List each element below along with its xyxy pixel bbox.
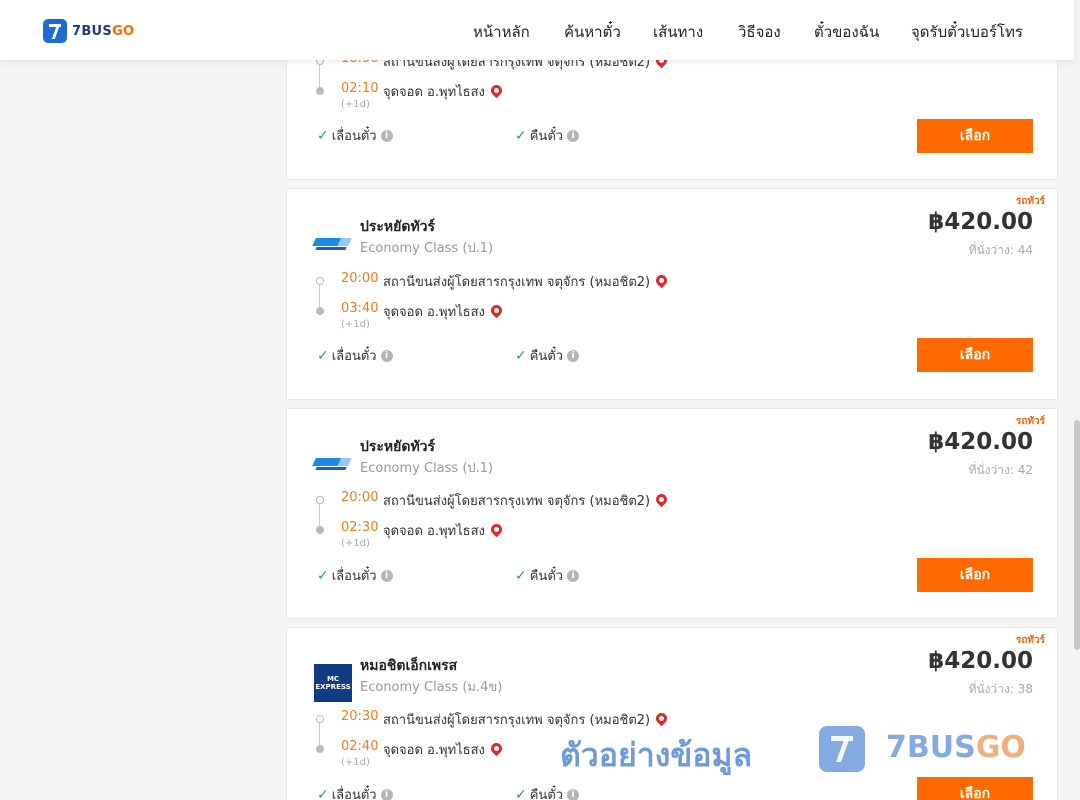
arrival-place: จุดจอด อ.พุทไธสง xyxy=(383,81,505,102)
map-pin-icon[interactable] xyxy=(653,491,670,508)
watermark-logo-text: 7BUSGO xyxy=(886,730,1026,765)
arrival-time: 02:30 xyxy=(341,520,379,535)
bus-class: Economy Class (ป.1) xyxy=(360,461,494,476)
ticket-price: ฿420.00 xyxy=(928,209,1033,235)
operator-logo: MC EXPRESS xyxy=(314,664,352,702)
feature-refund: ✓ คืนตั๋ว i xyxy=(515,565,580,586)
trip-card: รถทัวร์ ประหยัดทัวร์ Economy Class (ป.1)… xyxy=(286,408,1058,619)
info-icon[interactable]: i xyxy=(380,788,393,800)
map-pin-icon[interactable] xyxy=(488,740,505,757)
info-icon[interactable]: i xyxy=(380,349,393,362)
bus-type-badge: รถทัวร์ xyxy=(1015,416,1045,427)
check-icon: ✓ xyxy=(515,567,527,584)
bus-type-badge: รถทัวร์ xyxy=(1015,196,1045,207)
departure-place: สถานีขนส่งผู้โดยสารกรุงเทพ จตุจักร (หมอช… xyxy=(383,271,670,292)
nav-home[interactable]: หน้าหลัก xyxy=(473,20,530,44)
operator-name: หมอชิตเอ็กเพรส xyxy=(360,658,458,674)
arrival-dot xyxy=(316,526,324,534)
feature-reschedule: ✓ เลื่อนตั๋ว i xyxy=(317,125,393,146)
logo-text: 7BUSGO xyxy=(72,23,135,39)
watermark: ตัวอย่างข้อมูล 7BUSGO xyxy=(560,722,1026,782)
check-icon: ✓ xyxy=(317,347,329,364)
site-logo[interactable]: 7BUSGO xyxy=(43,19,134,43)
info-icon[interactable]: i xyxy=(567,349,580,362)
map-pin-icon[interactable] xyxy=(488,521,505,538)
info-icon[interactable]: i xyxy=(380,569,393,582)
timeline-line xyxy=(319,65,320,87)
info-icon[interactable]: i xyxy=(380,129,393,142)
check-icon: ✓ xyxy=(515,127,527,144)
nav-ticket-pickup[interactable]: จุดรับตั๋วเบอร์โทร xyxy=(911,20,1023,44)
operator-logo xyxy=(312,225,352,263)
operator-name: ประหยัดทัวร์ xyxy=(360,439,436,455)
feature-reschedule: ✓ เลื่อนตั๋ว i xyxy=(317,784,393,800)
arrival-dot xyxy=(316,307,324,315)
departure-place: สถานีขนส่งผู้โดยสารกรุงเทพ จตุจักร (หมอช… xyxy=(383,490,670,511)
day-offset: (+1d) xyxy=(341,319,370,330)
feature-refund: ✓ คืนตั๋ว i xyxy=(515,345,580,366)
ticket-price: ฿420.00 xyxy=(928,429,1033,455)
nav-search-ticket[interactable]: ค้นหาตั๋ว xyxy=(564,20,621,44)
timeline-line xyxy=(319,285,320,307)
watermark-logo-icon xyxy=(819,726,865,772)
day-offset: (+1d) xyxy=(341,757,370,768)
map-pin-icon[interactable] xyxy=(653,272,670,289)
nav-how-to-book[interactable]: วิธีจอง xyxy=(738,20,781,44)
feature-reschedule: ✓ เลื่อนตั๋ว i xyxy=(317,565,393,586)
scrollbar-thumb[interactable] xyxy=(1074,420,1080,650)
nav-my-tickets[interactable]: ตั๋วของฉัน xyxy=(814,20,879,44)
feature-reschedule: ✓ เลื่อนตั๋ว i xyxy=(317,345,393,366)
arrival-time: 02:10 xyxy=(341,81,379,96)
check-icon: ✓ xyxy=(317,786,329,800)
bus-class: Economy Class (ม.4ข) xyxy=(360,680,503,695)
check-icon: ✓ xyxy=(317,567,329,584)
arrival-dot xyxy=(316,745,324,753)
select-button[interactable]: เลือก xyxy=(917,119,1033,153)
operator-name: ประหยัดทัวร์ xyxy=(360,219,436,235)
operator-logo xyxy=(312,445,352,483)
trip-card: รถทัวร์ ประหยัดทัวร์ Economy Class (ป.1)… xyxy=(286,188,1058,400)
feature-refund: ✓ คืนตั๋ว i xyxy=(515,125,580,146)
site-header: 7BUSGO หน้าหลัก ค้นหาตั๋ว เส้นทาง วิธีจอ… xyxy=(0,0,1074,60)
seats-available: ที่นั่งว่าง: 42 xyxy=(968,463,1033,477)
departure-time: 20:30 xyxy=(341,709,379,724)
ticket-price: ฿420.00 xyxy=(928,648,1033,674)
check-icon: ✓ xyxy=(317,127,329,144)
watermark-text: ตัวอย่างข้อมูล xyxy=(560,736,753,774)
select-button[interactable]: เลือก xyxy=(917,558,1033,592)
departure-dot xyxy=(316,496,324,504)
arrival-place: จุดจอด อ.พุทไธสง xyxy=(383,520,505,541)
logo-mark-icon xyxy=(43,19,67,43)
map-pin-icon[interactable] xyxy=(488,302,505,319)
bus-class: Economy Class (ป.1) xyxy=(360,241,494,256)
departure-dot xyxy=(316,715,324,723)
arrival-time: 03:40 xyxy=(341,301,379,316)
arrival-time: 02:40 xyxy=(341,739,379,754)
feature-refund: ✓ คืนตั๋ว i xyxy=(515,784,580,800)
check-icon: ✓ xyxy=(515,347,527,364)
info-icon[interactable]: i xyxy=(567,129,580,142)
timeline-line xyxy=(319,723,320,745)
timeline-line xyxy=(319,504,320,526)
departure-time: 20:00 xyxy=(341,490,379,505)
check-icon: ✓ xyxy=(515,786,527,800)
arrival-dot xyxy=(316,87,324,95)
seats-available: ที่นั่งว่าง: 44 xyxy=(968,243,1033,257)
select-button[interactable]: เลือก xyxy=(917,338,1033,372)
departure-dot xyxy=(316,277,324,285)
bus-type-badge: รถทัวร์ xyxy=(1015,635,1045,646)
nav-routes[interactable]: เส้นทาง xyxy=(653,20,703,44)
info-icon[interactable]: i xyxy=(567,569,580,582)
day-offset: (+1d) xyxy=(341,538,370,549)
day-offset: (+1d) xyxy=(341,99,370,110)
info-icon[interactable]: i xyxy=(567,788,580,800)
arrival-place: จุดจอด อ.พุทไธสง xyxy=(383,301,505,322)
map-pin-icon[interactable] xyxy=(488,82,505,99)
departure-time: 20:00 xyxy=(341,271,379,286)
seats-available: ที่นั่งว่าง: 38 xyxy=(968,682,1033,696)
arrival-place: จุดจอด อ.พุทไธสง xyxy=(383,739,505,760)
